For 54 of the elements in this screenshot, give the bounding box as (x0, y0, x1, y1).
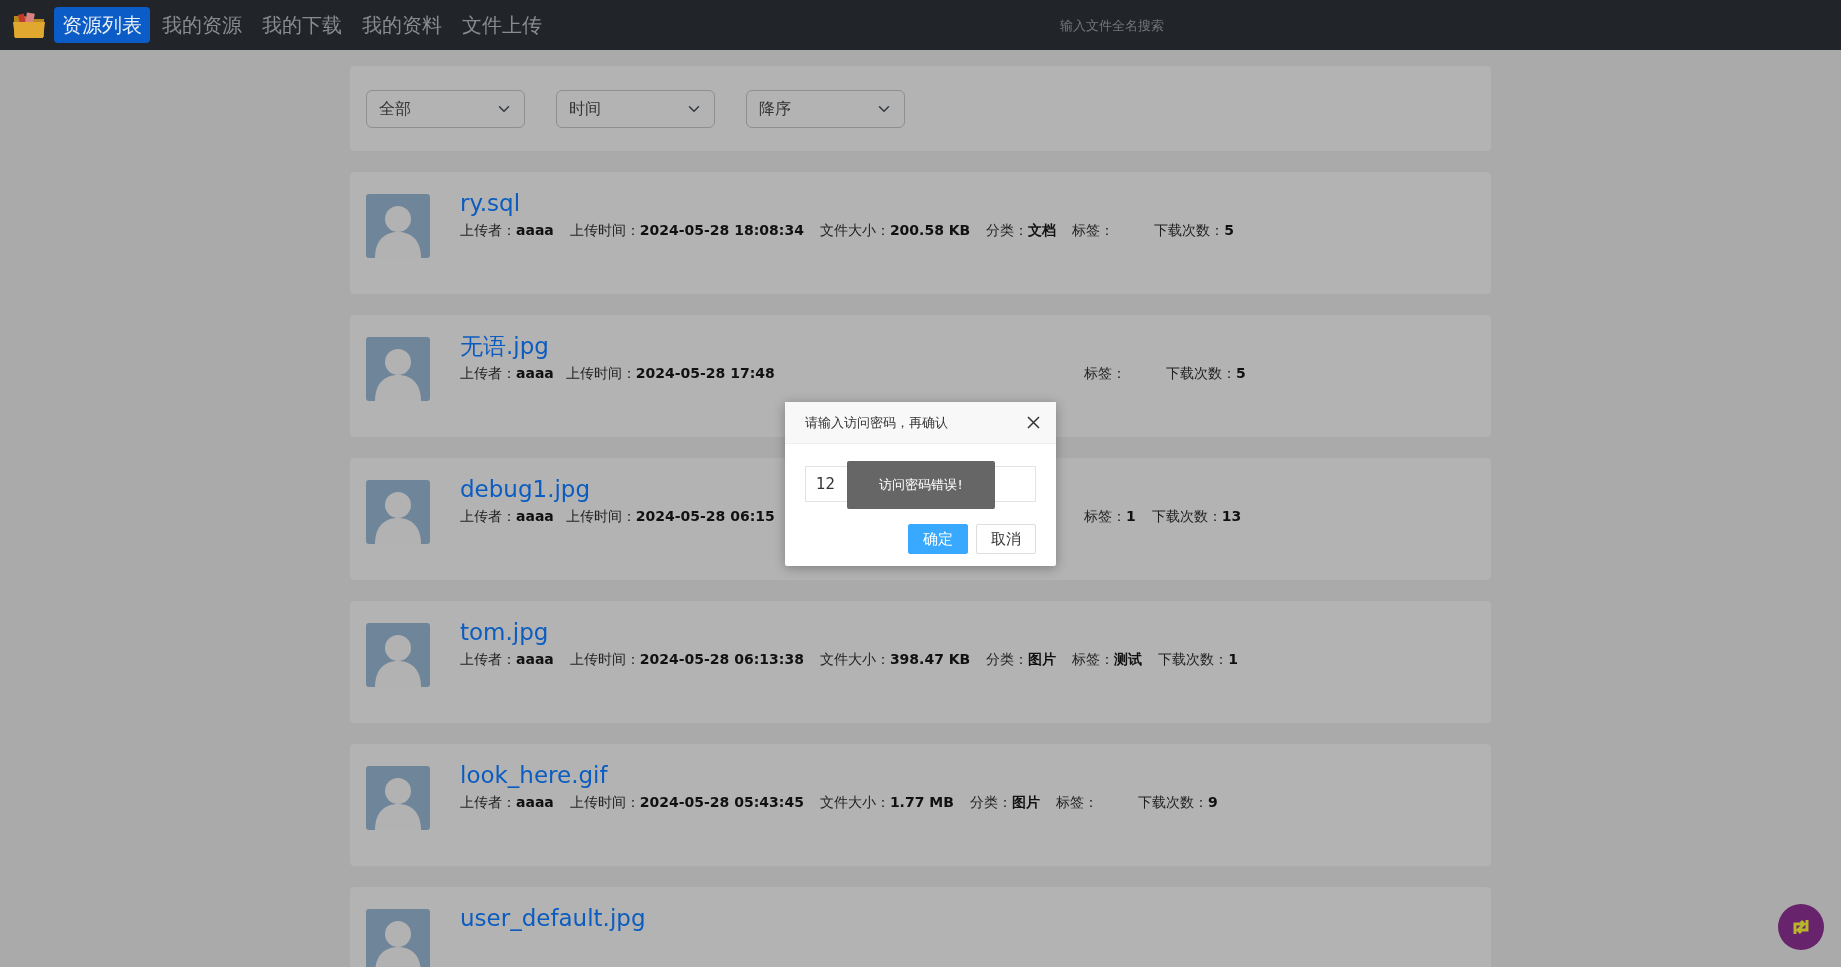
search-field[interactable]: 输入文件全名搜索 (1058, 15, 1258, 37)
nav-tab[interactable]: 文件上传 (454, 7, 550, 43)
file-info-text: 上传时间：2024-05-28 18:08:34 (569, 221, 804, 241)
file-info-text: 标签： (1084, 364, 1126, 384)
file-name-link[interactable]: ry.sql (460, 190, 521, 217)
file-info-text: 标签： (1072, 221, 1115, 241)
close-icon[interactable] (1027, 416, 1040, 429)
nav-tab[interactable]: 我的下载 (254, 7, 350, 43)
file-info-text: 文件大小：1.77 MB (819, 793, 954, 813)
file-info-text: 上传者：aaaa (460, 364, 554, 384)
file-info-text: 上传时间：2024-05-28 17:48 (565, 364, 775, 384)
file-info-text: 分类：图片 (969, 793, 1040, 813)
nav-tab[interactable]: 我的资料 (354, 7, 450, 43)
avatar-icon (366, 623, 430, 687)
file-name-link[interactable]: user_default.jpg (460, 905, 646, 932)
file-info-text: 上传者：aaaa (460, 221, 554, 241)
nav-tab[interactable]: 我的资源 (154, 7, 250, 43)
file-info-text: 上传者：aaaa (460, 650, 554, 670)
folder-logo-icon (12, 11, 46, 39)
avatar-icon (366, 480, 430, 544)
file-info-text: 下载次数：1 (1158, 650, 1239, 670)
filter-dropdown[interactable]: 降序 (746, 89, 905, 128)
file-info-text: 分类：图片 (986, 650, 1057, 670)
avatar-icon (366, 337, 430, 401)
avatar-icon (366, 766, 430, 830)
filter-dropdown[interactable]: 全部 (366, 89, 525, 128)
file-info-text: 分类：文档 (986, 221, 1057, 241)
loop-arrows-icon (1791, 919, 1811, 935)
file-info-text: 标签：测试 (1072, 650, 1143, 670)
dialog-title: 请输入访问密码，再确认 (805, 413, 948, 432)
file-name-link[interactable]: debug1.jpg (460, 476, 591, 503)
file-name-link[interactable]: look_here.gif (460, 762, 608, 789)
nav-tab[interactable]: 资源列表 (54, 7, 150, 43)
file-info-text: 上传者：aaaa (460, 793, 554, 813)
file-info-text: 上传时间：2024-05-28 06:13:38 (569, 650, 804, 670)
floating-action-button[interactable] (1778, 904, 1824, 950)
file-info-text: 下载次数：13 (1151, 507, 1242, 527)
error-toast: 访问密码错误! (847, 461, 995, 509)
file-info-text: 标签： (1055, 793, 1098, 813)
cancel-button[interactable]: 取消 (976, 524, 1036, 554)
file-info-text: 下载次数：5 (1154, 221, 1235, 241)
file-info-text: 上传者：aaaa (460, 507, 554, 527)
filter-dropdown[interactable]: 时间 (556, 89, 715, 128)
file-info-text: 下载次数：9 (1137, 793, 1218, 813)
avatar-icon (366, 194, 430, 258)
file-info-text: 文件大小：200.58 KB (819, 221, 971, 241)
file-info-text: 标签：1 (1084, 507, 1136, 527)
file-info-text: 文件大小：398.47 KB (819, 650, 971, 670)
file-info-text: 上传时间：2024-05-28 06:15 (565, 507, 775, 527)
confirm-button[interactable]: 确定 (908, 524, 968, 554)
file-info-text: 下载次数：5 (1166, 364, 1246, 384)
file-info-text: 上传时间：2024-05-28 05:43:45 (569, 793, 804, 813)
file-name-link[interactable]: 无语.jpg (460, 333, 549, 360)
file-name-link[interactable]: tom.jpg (460, 619, 549, 646)
